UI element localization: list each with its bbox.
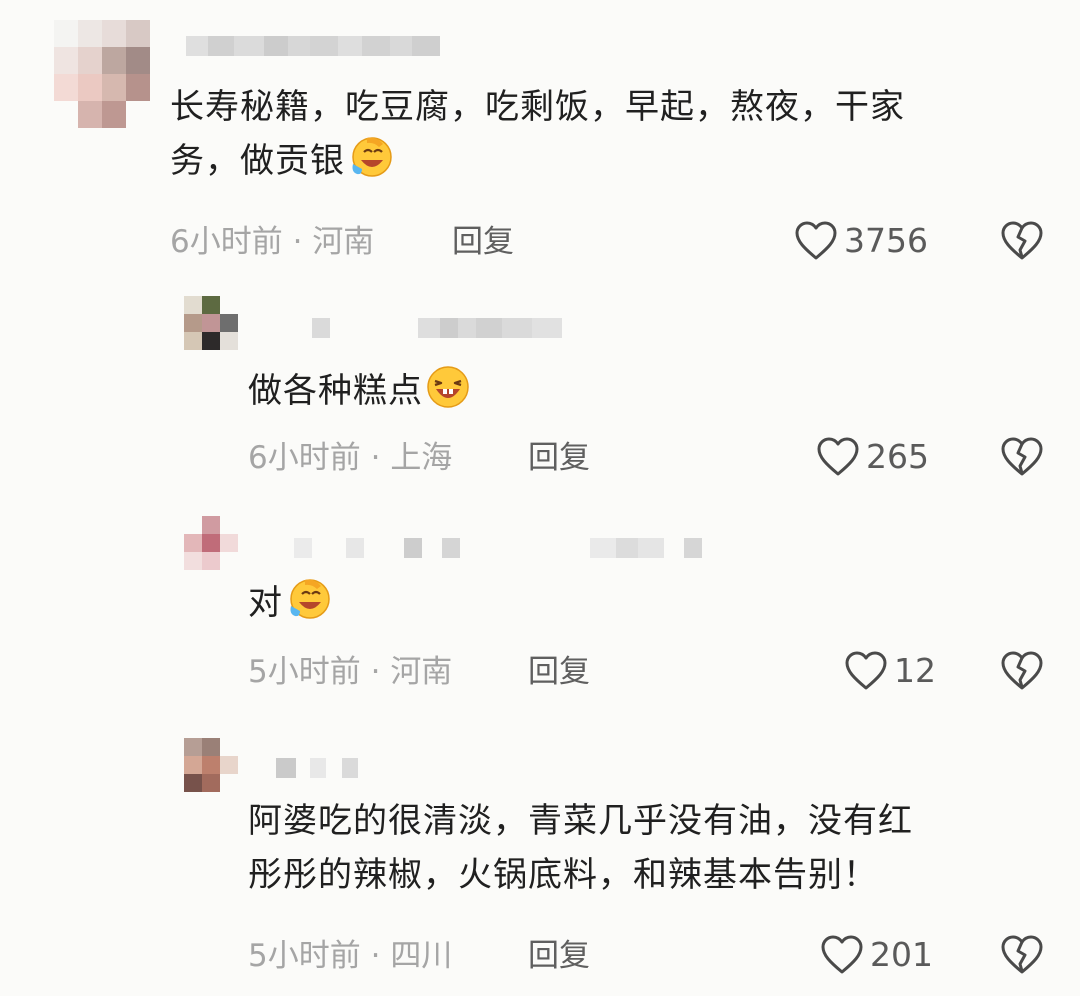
comment-text-line: 长寿秘籍，吃豆腐，吃剩饭，早起，熬夜，干家: [170, 87, 905, 127]
heart-outline-icon: [795, 221, 837, 260]
comment-text: 长寿秘籍，吃豆腐，吃剩饭，早起，熬夜，干家 务，做贡银: [170, 80, 905, 188]
like-count: 201: [870, 935, 933, 974]
reply-button[interactable]: 回复: [528, 652, 590, 692]
comment-text-line: 做各种糕点: [248, 371, 423, 411]
facepalm-laugh-emoji-icon: [290, 579, 330, 619]
comment-text-line: 阿婆吃的很清淡，青菜几乎没有油，没有红: [248, 801, 913, 841]
comment-meta: 5小时前 · 河南: [248, 652, 452, 692]
avatar[interactable]: [184, 296, 242, 350]
facepalm-laugh-emoji-icon: [352, 137, 392, 177]
comment-location: 河南: [390, 654, 453, 690]
username-blurred[interactable]: [276, 756, 358, 780]
meta-separator: ·: [370, 440, 381, 476]
username-blurred[interactable]: [294, 536, 702, 560]
reply-button[interactable]: 回复: [528, 936, 590, 976]
comment-text-line: 务，做贡银: [170, 134, 905, 188]
comment-text: 对: [248, 576, 331, 630]
comment-time: 5小时前: [248, 938, 361, 974]
meta-separator: ·: [292, 224, 303, 260]
like-count: 265: [866, 437, 929, 476]
broken-heart-icon: [1001, 437, 1043, 476]
avatar[interactable]: [54, 20, 150, 128]
avatar[interactable]: [184, 738, 242, 792]
meta-separator: ·: [370, 938, 381, 974]
like-button[interactable]: 201: [820, 934, 933, 976]
comment-meta: 5小时前 · 四川: [248, 936, 452, 976]
dislike-button[interactable]: [1000, 934, 1044, 980]
comment-location: 上海: [390, 440, 453, 476]
reply-button[interactable]: 回复: [452, 222, 514, 262]
dislike-button[interactable]: [1000, 436, 1044, 482]
username-blurred[interactable]: [186, 34, 440, 58]
like-count: 12: [894, 651, 936, 690]
username-blurred[interactable]: [312, 316, 562, 340]
heart-outline-icon: [845, 651, 887, 690]
comment-time: 5小时前: [248, 654, 361, 690]
heart-outline-icon: [817, 437, 859, 476]
broken-heart-icon: [1001, 221, 1043, 260]
comment-text: 做各种糕点: [248, 364, 471, 418]
broken-heart-icon: [1001, 935, 1043, 974]
heart-outline-icon: [821, 935, 863, 974]
comment-meta: 6小时前 · 上海: [248, 438, 452, 478]
broken-heart-icon: [1001, 651, 1043, 690]
avatar[interactable]: [184, 516, 242, 570]
like-button[interactable]: 265: [816, 436, 929, 478]
comment-text-line: 彤彤的辣椒，火锅底料，和辣基本告别！: [248, 855, 878, 895]
comment-time: 6小时前: [248, 440, 361, 476]
reply-button[interactable]: 回复: [528, 438, 590, 478]
like-button[interactable]: 3756: [794, 220, 928, 262]
like-count: 3756: [844, 221, 928, 260]
comment-text-line: 务，做贡银: [170, 141, 345, 181]
dislike-button[interactable]: [1000, 220, 1044, 266]
comment-text-line: 对: [248, 583, 283, 623]
comment-time: 6小时前: [170, 224, 283, 260]
grinning-laugh-emoji-icon: [427, 366, 469, 408]
dislike-button[interactable]: [1000, 650, 1044, 696]
meta-separator: ·: [370, 654, 381, 690]
like-button[interactable]: 12: [844, 650, 936, 692]
comment-text: 阿婆吃的很清淡，青菜几乎没有油，没有红 彤彤的辣椒，火锅底料，和辣基本告别！: [248, 794, 913, 902]
comment-location: 河南: [312, 224, 375, 260]
comment-location: 四川: [390, 938, 453, 974]
comment-meta: 6小时前 · 河南: [170, 222, 374, 262]
